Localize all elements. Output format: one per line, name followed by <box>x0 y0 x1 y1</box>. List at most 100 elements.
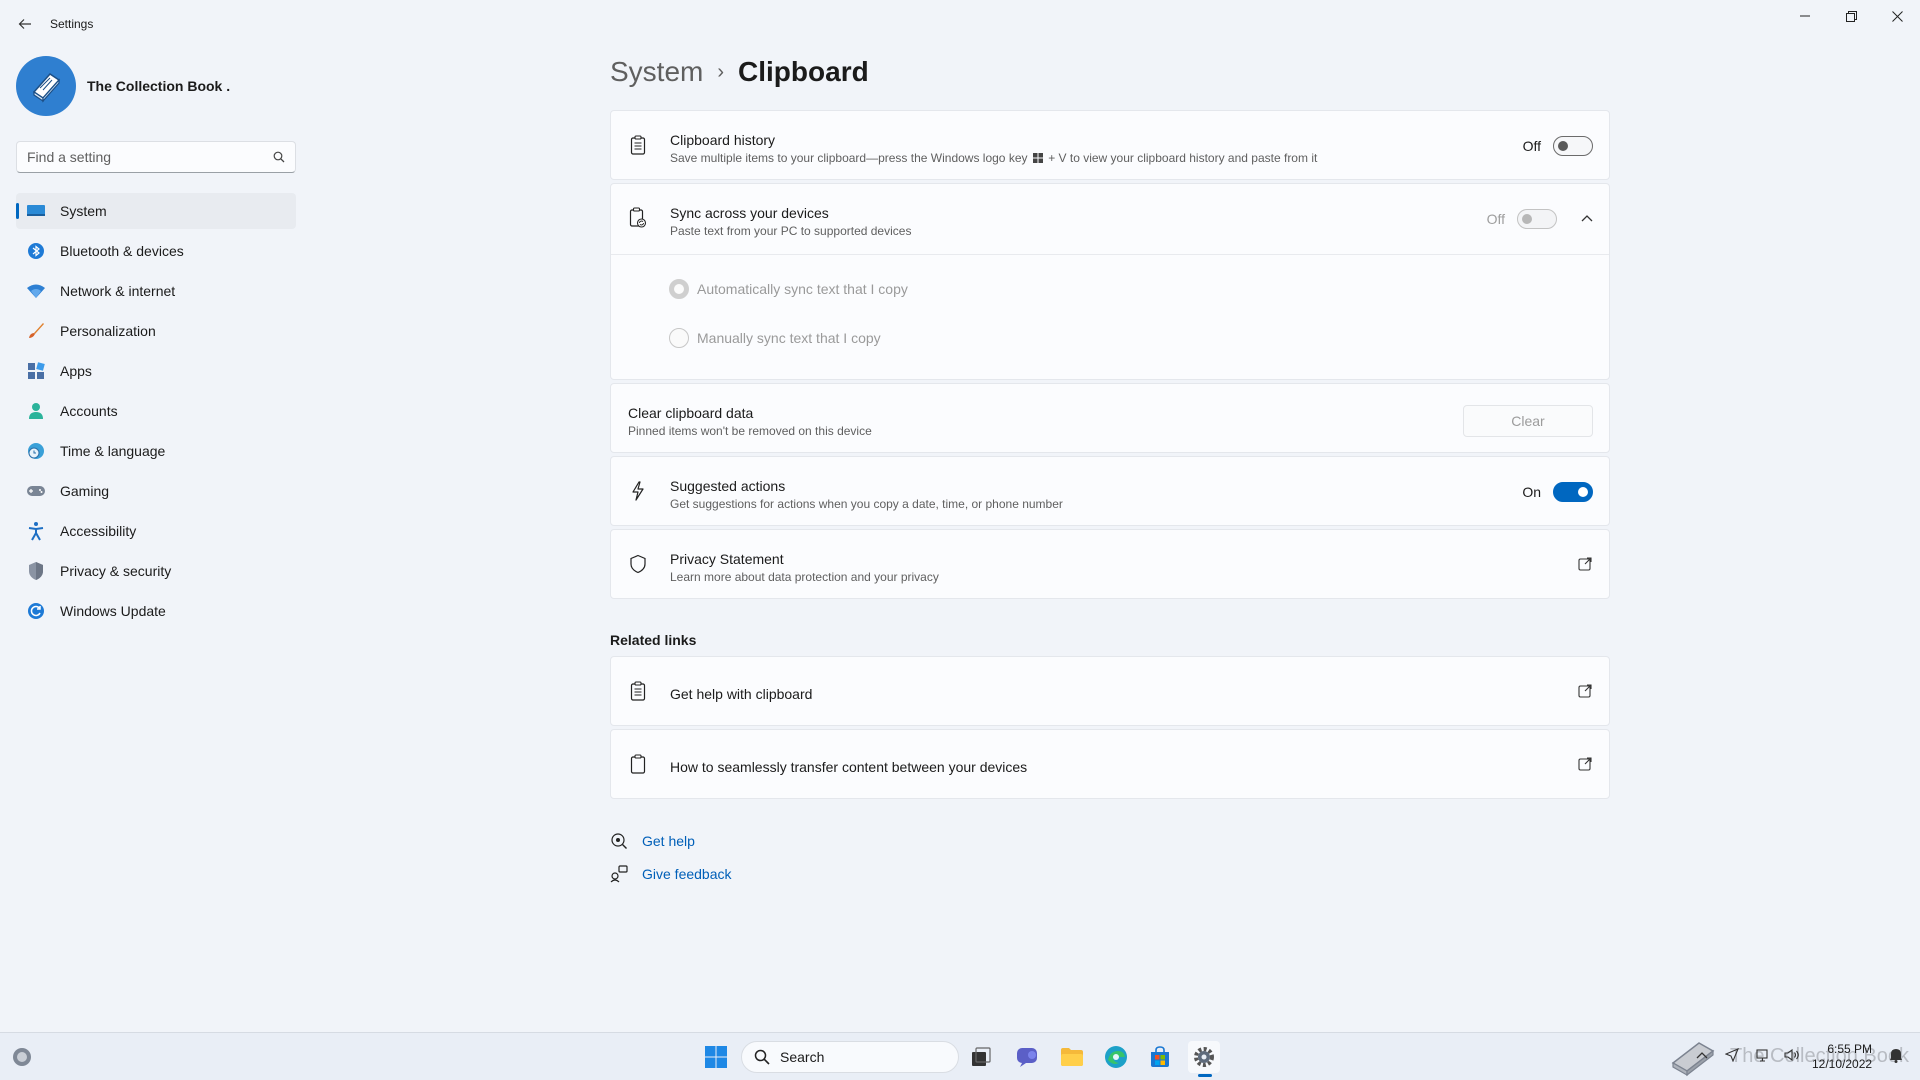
radio-button[interactable] <box>669 328 689 348</box>
clipboard-list-icon <box>628 681 648 701</box>
volume-tray-button[interactable] <box>1780 1043 1804 1067</box>
search-icon[interactable] <box>273 151 285 163</box>
notification-bell-icon <box>1890 1049 1902 1063</box>
external-link-icon[interactable] <box>1577 756 1593 772</box>
page-title: Clipboard <box>738 56 869 87</box>
clock-date: 12/10/2022 <box>1812 1057 1873 1071</box>
location-arrow-icon <box>1725 1048 1739 1062</box>
sidebar-item-gaming[interactable]: Gaming <box>16 473 296 509</box>
external-link-icon[interactable] <box>1577 683 1593 699</box>
related-link-transfer-content[interactable]: How to seamlessly transfer content betwe… <box>610 729 1610 799</box>
shield-icon <box>26 561 46 581</box>
sidebar-item-bluetooth[interactable]: Bluetooth & devices <box>16 233 296 269</box>
brush-icon <box>26 321 46 341</box>
suggested-actions-toggle[interactable] <box>1553 482 1593 502</box>
user-profile[interactable]: The Collection Book . <box>16 56 230 116</box>
related-link-row[interactable]: Get help with clipboard <box>611 657 1609 725</box>
toggle-state-label: Off <box>1486 211 1505 227</box>
clear-clipboard-row: Clear clipboard data Pinned items won't … <box>611 384 1609 452</box>
sync-toggle[interactable] <box>1517 209 1557 229</box>
sidebar-item-accounts[interactable]: Accounts <box>16 393 296 429</box>
sidebar-item-system[interactable]: System <box>16 193 296 229</box>
clipboard-history-title: Clipboard history <box>670 132 776 148</box>
back-button[interactable] <box>10 10 40 38</box>
search-input[interactable] <box>27 149 273 165</box>
get-help-link[interactable]: Get help <box>610 832 695 850</box>
notifications-button[interactable] <box>1884 1043 1908 1067</box>
title-bar: Settings <box>0 0 1920 48</box>
clear-clipboard-card: Clear clipboard data Pinned items won't … <box>610 383 1610 453</box>
location-tray-button[interactable] <box>1720 1043 1744 1067</box>
related-link-row[interactable]: How to seamlessly transfer content betwe… <box>611 730 1609 798</box>
row-text: Privacy Statement Learn more about data … <box>670 550 939 585</box>
privacy-statement-row[interactable]: Privacy Statement Learn more about data … <box>611 530 1609 598</box>
sidebar-item-network[interactable]: Network & internet <box>16 273 296 309</box>
sidebar-item-apps[interactable]: Apps <box>16 353 296 389</box>
taskbar-search[interactable]: Search <box>741 1041 959 1073</box>
radio-button[interactable] <box>669 279 689 299</box>
sidebar-item-windows-update[interactable]: Windows Update <box>16 593 296 629</box>
clipboard-history-card: Clipboard history Save multiple items to… <box>610 110 1610 180</box>
external-link-icon[interactable] <box>1577 556 1593 572</box>
clear-button[interactable]: Clear <box>1463 405 1593 437</box>
speaker-icon <box>1784 1048 1799 1062</box>
help-chat-icon <box>610 832 628 850</box>
task-view-button[interactable] <box>965 1041 997 1073</box>
related-link-clipboard-help[interactable]: Get help with clipboard <box>610 656 1610 726</box>
tray-overflow-button[interactable] <box>1690 1043 1714 1067</box>
avatar <box>16 56 76 116</box>
search-icon <box>754 1049 770 1065</box>
privacy-statement-card[interactable]: Privacy Statement Learn more about data … <box>610 529 1610 599</box>
widgets-button[interactable] <box>6 1041 38 1073</box>
suggested-actions-title: Suggested actions <box>670 478 786 494</box>
give-feedback-label[interactable]: Give feedback <box>642 866 732 882</box>
breadcrumb-separator: › <box>717 60 725 83</box>
breadcrumb-parent[interactable]: System <box>610 56 703 88</box>
microsoft-store-button[interactable] <box>1144 1041 1176 1073</box>
toggle-state-label: Off <box>1522 138 1541 154</box>
toggle-state-label: On <box>1522 484 1541 500</box>
related-link-label: Get help with clipboard <box>670 686 813 702</box>
give-feedback-link[interactable]: Give feedback <box>610 865 732 883</box>
sidebar-item-time-language[interactable]: Time & language <box>16 433 296 469</box>
settings-search-box[interactable] <box>16 141 296 173</box>
profile-name: The Collection Book . <box>87 78 231 94</box>
chevron-up-icon <box>1696 1052 1708 1059</box>
sync-toggle-group: Off <box>1487 209 1557 229</box>
subtitle-part: + V to view your clipboard history and p… <box>1048 151 1318 165</box>
breadcrumb: System › Clipboard <box>610 56 869 88</box>
taskbar-search-label: Search <box>780 1049 825 1065</box>
get-help-label[interactable]: Get help <box>642 833 695 849</box>
sidebar-item-label: Time & language <box>60 443 166 459</box>
network-icon <box>1756 1049 1768 1062</box>
sync-card: Sync across your devices Paste text from… <box>610 183 1610 380</box>
suggested-actions-toggle-group: On <box>1522 482 1593 502</box>
monitor-icon <box>26 201 46 221</box>
close-button[interactable] <box>1874 0 1920 32</box>
sidebar-item-personalization[interactable]: Personalization <box>16 313 296 349</box>
maximize-button[interactable] <box>1828 0 1874 32</box>
sidebar-item-privacy[interactable]: Privacy & security <box>16 553 296 589</box>
network-tray-button[interactable] <box>1752 1043 1776 1067</box>
sync-title: Sync across your devices <box>670 205 829 221</box>
settings-taskbar-button[interactable] <box>1188 1041 1220 1077</box>
sync-row[interactable]: Sync across your devices Paste text from… <box>611 184 1609 254</box>
edge-button[interactable] <box>1100 1041 1132 1073</box>
taskbar-clock[interactable]: 6:55 PM 12/10/2022 <box>1812 1042 1872 1072</box>
start-button[interactable] <box>700 1041 732 1073</box>
sync-option-automatic[interactable]: Automatically sync text that I copy <box>669 279 908 299</box>
clipboard-history-toggle[interactable] <box>1553 136 1593 156</box>
sync-option-manual[interactable]: Manually sync text that I copy <box>669 328 881 348</box>
minimize-button[interactable] <box>1782 0 1828 32</box>
radio-label: Manually sync text that I copy <box>697 330 881 346</box>
windows-logo-icon <box>1032 153 1043 163</box>
update-icon <box>26 601 46 621</box>
globe-clock-icon <box>26 441 46 461</box>
sidebar-item-label: Gaming <box>60 483 110 499</box>
file-explorer-button[interactable] <box>1056 1041 1088 1073</box>
teams-chat-button[interactable] <box>1012 1041 1044 1073</box>
sidebar-item-label: Accessibility <box>60 523 137 539</box>
clear-clipboard-title: Clear clipboard data <box>628 405 754 421</box>
sidebar-item-accessibility[interactable]: Accessibility <box>16 513 296 549</box>
chevron-up-icon[interactable] <box>1581 214 1593 222</box>
